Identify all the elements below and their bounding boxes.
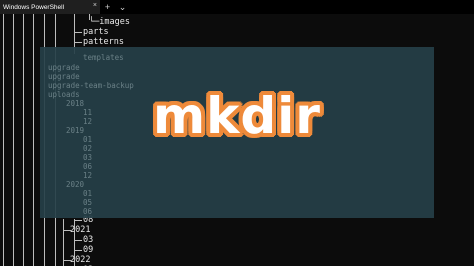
title-bar: Windows PowerShell × + ⌄	[0, 0, 474, 14]
tree-entry: 03	[83, 235, 94, 245]
tree-entry: 09	[83, 245, 94, 255]
tree-entry: parts	[83, 27, 109, 37]
tree-guide	[33, 14, 34, 266]
tree-entry: patterns	[83, 37, 124, 47]
tree-guide	[13, 14, 14, 266]
faded-tree-entry: 06	[83, 207, 93, 216]
tree-guide	[23, 14, 24, 266]
tree-branch	[74, 240, 82, 241]
tree-guide	[63, 219, 64, 266]
tab-powershell[interactable]: Windows PowerShell ×	[0, 0, 100, 14]
tree-entry: └─images	[89, 17, 130, 27]
faded-tree-entry: templates	[83, 53, 124, 62]
tree-branch	[74, 32, 82, 33]
tree-entry: 2021	[70, 225, 91, 235]
tab-title: Windows PowerShell	[3, 3, 65, 11]
tree-guide	[3, 14, 4, 266]
faded-tree-entry: 12	[83, 171, 93, 180]
close-icon[interactable]: ×	[93, 2, 97, 9]
faded-tree-entry: 2020	[66, 180, 85, 189]
new-tab-button[interactable]: +	[100, 0, 115, 14]
tree-branch	[74, 220, 82, 221]
tree-branch	[74, 42, 82, 43]
chevron-down-icon[interactable]: ⌄	[115, 0, 130, 14]
title-overlay-panel: templates upgrade upgrade upgrade-team-b…	[40, 47, 434, 218]
tree-entry: 2022	[70, 255, 91, 265]
tree-branch	[74, 250, 82, 251]
mkdir-title: mkdir	[153, 87, 321, 145]
